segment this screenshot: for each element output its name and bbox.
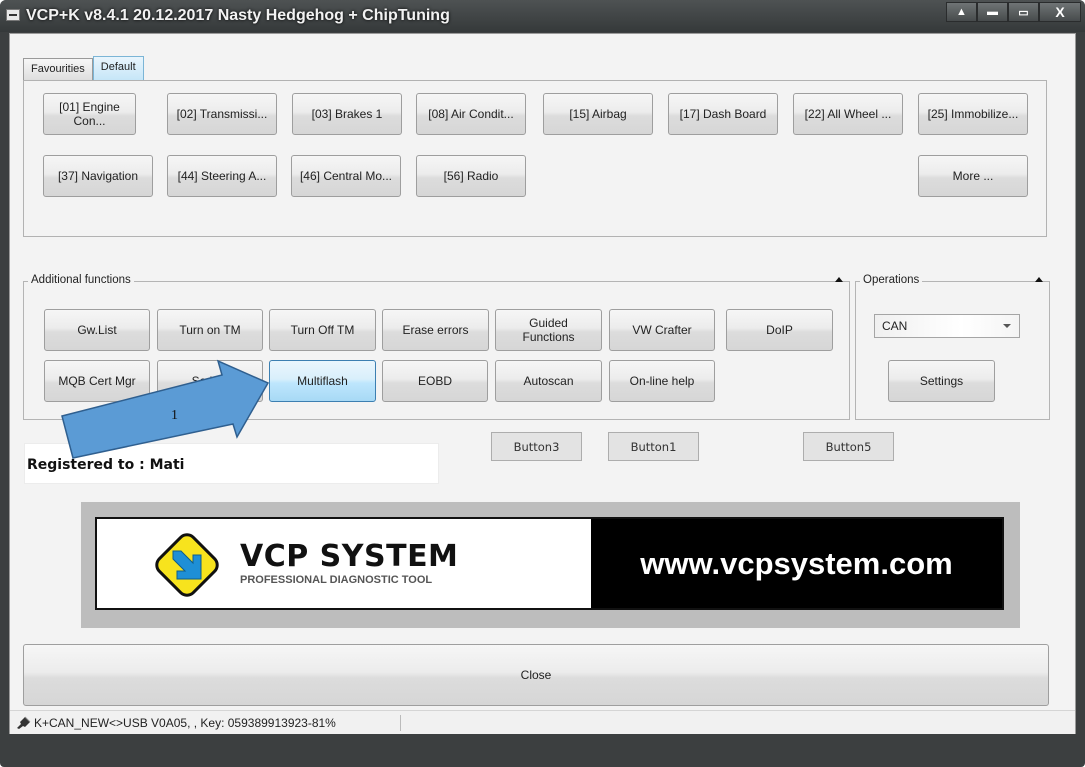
eobd-button[interactable]: EOBD [382, 360, 488, 402]
module-button-46[interactable]: [46] Central Mo... [291, 155, 401, 197]
plug-icon [17, 716, 31, 729]
tab-default[interactable]: Default [92, 56, 144, 80]
system-menu-icon[interactable] [6, 9, 20, 21]
module-button-22[interactable]: [22] All Wheel ... [793, 93, 903, 135]
button5[interactable]: Button5 [803, 432, 894, 461]
protocol-select-value: CAN [882, 319, 908, 333]
tab-favourities[interactable]: Favourities [23, 58, 93, 80]
module-button-01[interactable]: [01] Engine Con... [43, 93, 136, 135]
status-bar: K+CAN_NEW<>USB V0A05, , Key: 05938991392… [10, 710, 1075, 734]
collapse-arrow-icon[interactable] [835, 277, 843, 282]
close-window-button[interactable]: X [1039, 2, 1081, 22]
doip-button[interactable]: DoIP [726, 309, 833, 351]
multiflash-button[interactable]: Multiflash [269, 360, 376, 402]
rollup-button[interactable]: ▲ [946, 2, 977, 22]
registration-text: Registered to : Mati [27, 457, 185, 473]
mqb-cert-mgr-button[interactable]: MQB Cert Mgr [44, 360, 150, 402]
vcp-logo-icon [155, 533, 219, 597]
vcp-banner[interactable]: VCP SYSTEM PROFESSIONAL DIAGNOSTIC TOOL … [95, 517, 1004, 610]
window-controls: ▲ ▬ ▭ X [946, 2, 1081, 22]
autoscan-button[interactable]: Autoscan [495, 360, 602, 402]
guided-functions-button[interactable]: Guided Functions [495, 309, 602, 351]
turn-on-tm-button[interactable]: Turn on TM [157, 309, 263, 351]
module-button-15[interactable]: [15] Airbag [543, 93, 653, 135]
status-separator [400, 715, 401, 731]
vw-crafter-button[interactable]: VW Crafter [609, 309, 715, 351]
button3[interactable]: Button3 [491, 432, 582, 461]
banner-logo-area: VCP SYSTEM PROFESSIONAL DIAGNOSTIC TOOL [97, 519, 591, 608]
banner-subtitle: PROFESSIONAL DIAGNOSTIC TOOL [240, 574, 433, 586]
more-modules-button[interactable]: More ... [918, 155, 1028, 197]
module-button-56[interactable]: [56] Radio [416, 155, 526, 197]
registration-box: Registered to : Mati [24, 443, 439, 484]
window-title: VCP+K v8.4.1 20.12.2017 Nasty Hedgehog +… [26, 7, 450, 24]
button1[interactable]: Button1 [608, 432, 699, 461]
operations-group: Operations CAN Settings [855, 274, 1050, 420]
modules-panel: [01] Engine Con... [02] Transmissi... [0… [23, 80, 1047, 237]
module-button-25[interactable]: [25] Immobilize... [918, 93, 1028, 135]
guided-functions-line2: Functions [522, 330, 575, 344]
module-label-line2: Con... [73, 114, 106, 128]
online-help-button[interactable]: On-line help [609, 360, 715, 402]
app-window: VCP+K v8.4.1 20.12.2017 Nasty Hedgehog +… [0, 0, 1085, 767]
tab-strip: Favourities Default [23, 56, 144, 80]
guided-functions-line1: Guided [529, 316, 568, 330]
close-button[interactable]: Close [23, 644, 1049, 706]
module-button-02[interactable]: [02] Transmissi... [167, 93, 277, 135]
erase-errors-button[interactable]: Erase errors [382, 309, 489, 351]
title-bar[interactable]: VCP+K v8.4.1 20.12.2017 Nasty Hedgehog +… [0, 0, 1085, 32]
client-area: Favourities Default [01] Engine Con... [… [9, 33, 1076, 734]
maximize-button[interactable]: ▭ [1008, 2, 1039, 22]
module-button-03[interactable]: [03] Brakes 1 [292, 93, 402, 135]
turn-off-tm-button[interactable]: Turn Off TM [269, 309, 376, 351]
annotation-number: 1 [171, 408, 178, 423]
collapse-arrow-icon[interactable] [1035, 277, 1043, 282]
module-label-line1: [01] Engine [59, 100, 120, 114]
module-button-08[interactable]: [08] Air Condit... [416, 93, 526, 135]
banner-url[interactable]: www.vcpsystem.com [591, 519, 1002, 608]
banner-frame: VCP SYSTEM PROFESSIONAL DIAGNOSTIC TOOL … [81, 502, 1020, 628]
gw-list-button[interactable]: Gw.List [44, 309, 150, 351]
module-button-37[interactable]: [37] Navigation [43, 155, 153, 197]
banner-title: VCP SYSTEM [240, 539, 459, 574]
chevron-down-icon [1003, 324, 1011, 328]
operations-title: Operations [860, 274, 923, 286]
module-button-44[interactable]: [44] Steering A... [167, 155, 277, 197]
scripts-button[interactable]: Scripts [157, 360, 263, 402]
status-connection-text: K+CAN_NEW<>USB V0A05, , Key: 05938991392… [34, 716, 336, 730]
settings-button[interactable]: Settings [888, 360, 995, 402]
minimize-button[interactable]: ▬ [977, 2, 1008, 22]
protocol-select[interactable]: CAN [874, 314, 1020, 338]
module-button-17[interactable]: [17] Dash Board [668, 93, 778, 135]
additional-functions-group: Additional functions Gw.List Turn on TM … [23, 274, 850, 420]
additional-functions-title: Additional functions [28, 274, 134, 286]
